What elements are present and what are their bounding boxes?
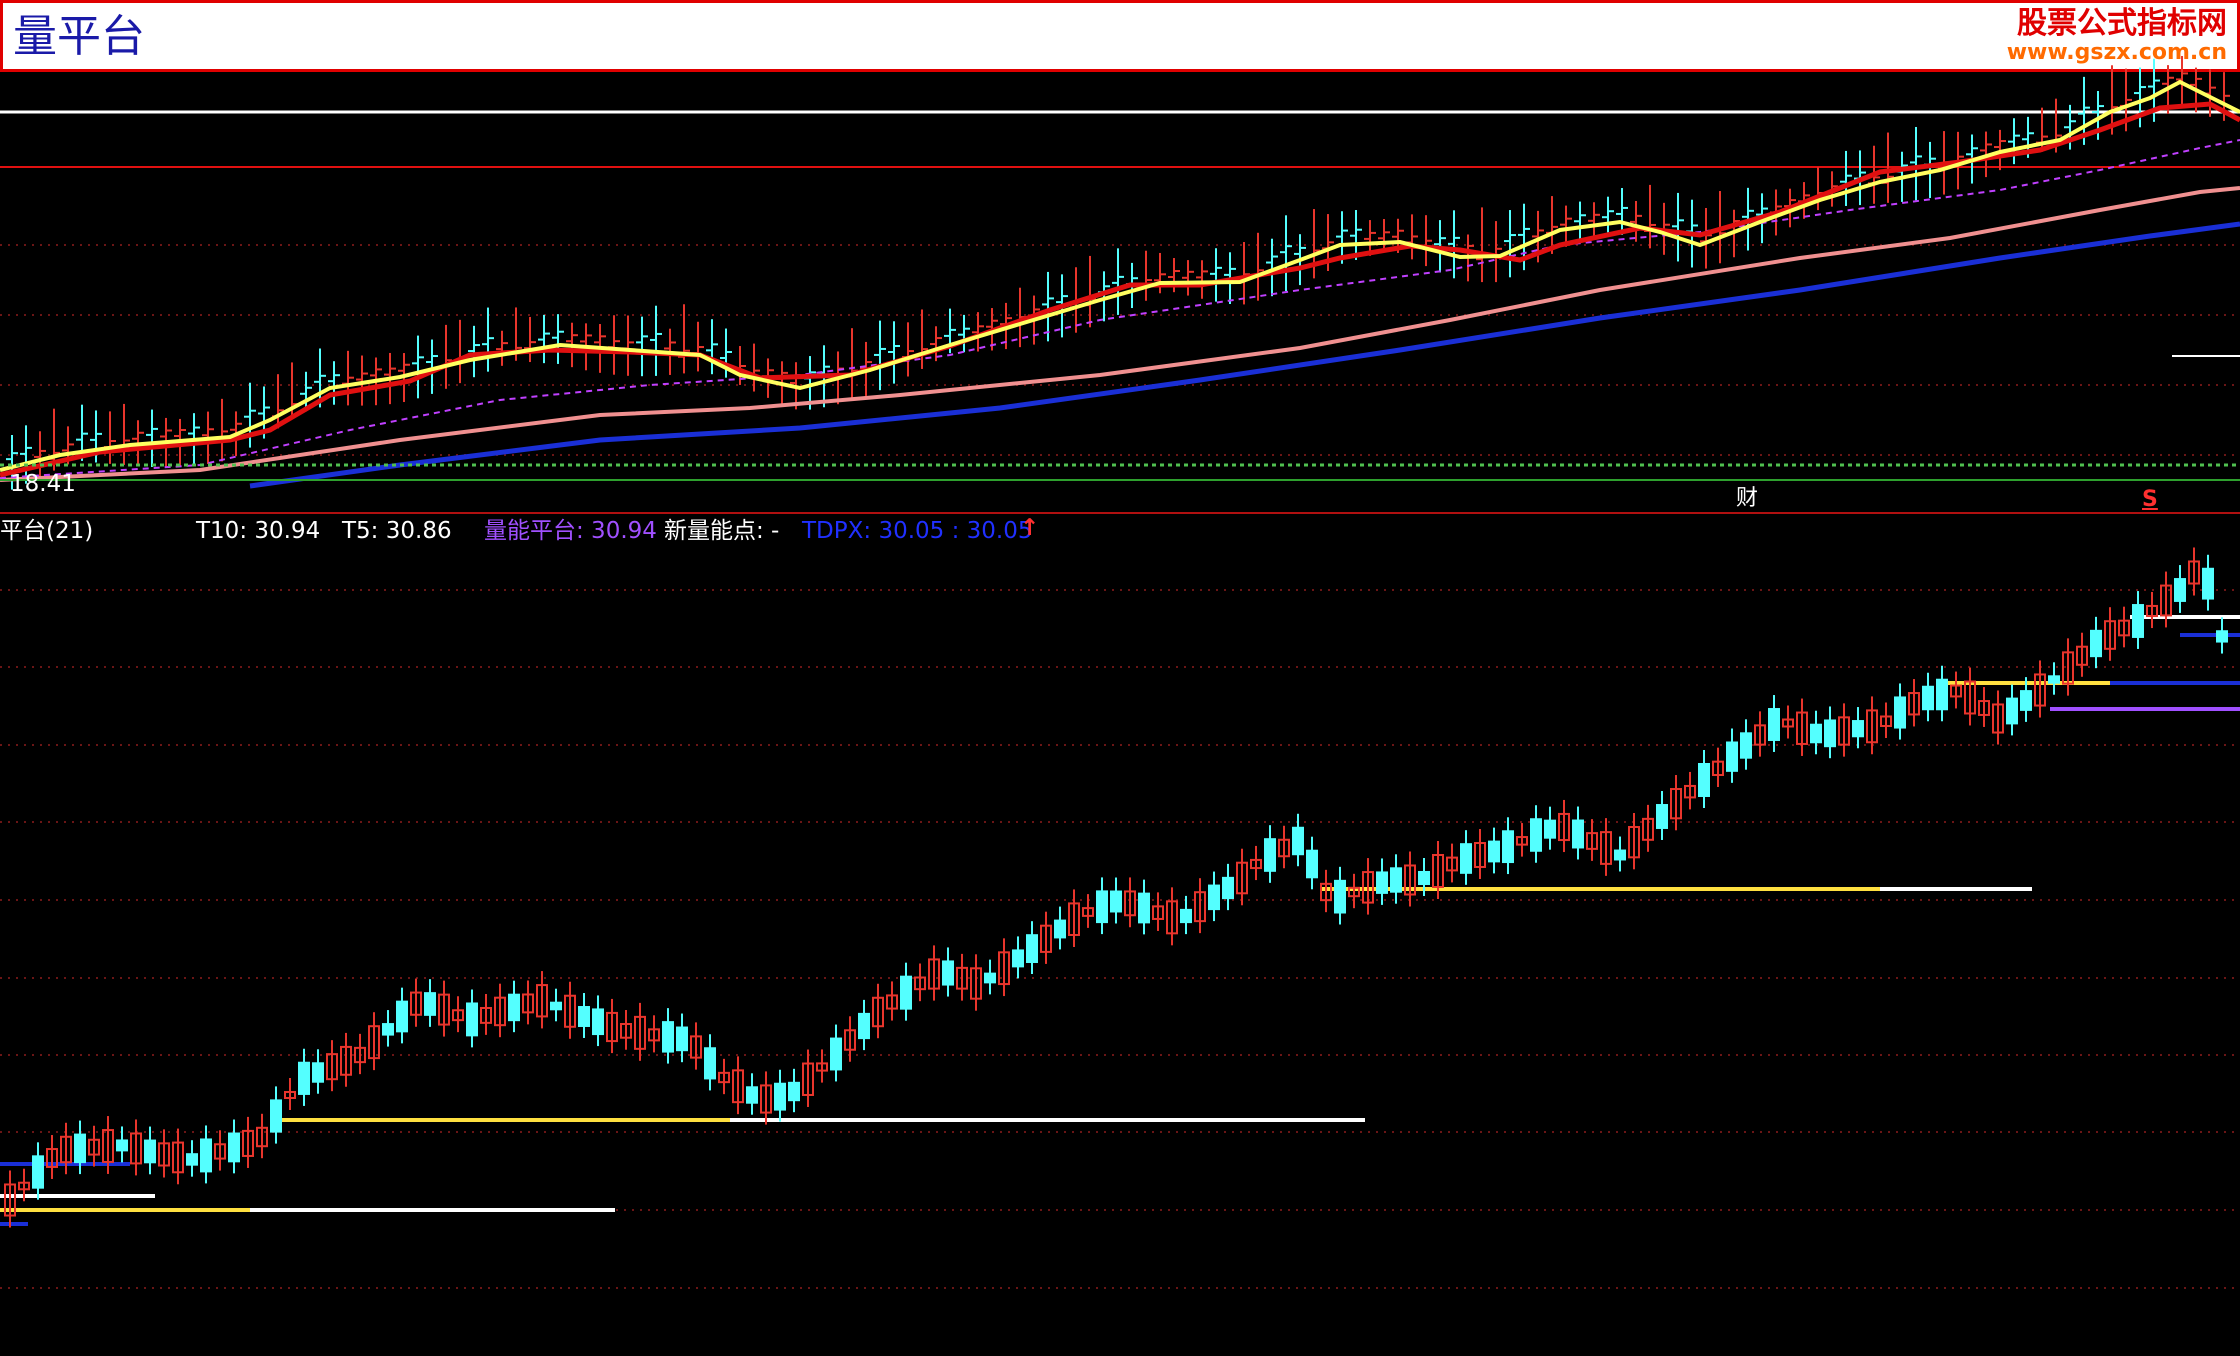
candle-body <box>186 1153 198 1166</box>
candle-body <box>1180 908 1192 924</box>
candle-body <box>858 1012 870 1040</box>
up-arrow-icon: ↑ <box>1020 515 1040 541</box>
ma-dashed-line <box>0 139 2240 479</box>
candle-body <box>1292 826 1304 856</box>
candle-body <box>2090 629 2102 658</box>
candle-body <box>1572 819 1584 849</box>
candle-body <box>788 1081 800 1102</box>
candle-body <box>704 1047 716 1080</box>
indicator-panel-gridlines <box>0 589 2240 1289</box>
candle-body <box>1222 876 1234 900</box>
signal-marker[interactable]: S <box>2142 486 2158 514</box>
candle-body <box>676 1026 688 1052</box>
candle-body <box>1110 890 1122 913</box>
new-volume-point-value: 新量能点: - <box>664 518 780 544</box>
candle-body <box>1810 723 1822 744</box>
candle-body <box>1390 867 1402 893</box>
candle-body <box>1012 949 1024 968</box>
candle-body <box>1054 919 1066 939</box>
chart-canvas[interactable] <box>0 0 2240 1356</box>
candle-body <box>900 975 912 1010</box>
volume-platform-value: 量能平台: 30.94 <box>484 518 657 544</box>
candle-body <box>1138 892 1150 924</box>
candle-body <box>592 1008 604 1036</box>
candle-body <box>1264 838 1276 872</box>
candle-body <box>466 1002 478 1037</box>
candle-body <box>2202 567 2214 600</box>
candle-body <box>1544 819 1556 839</box>
candle-body <box>1614 849 1626 861</box>
candle-body <box>1726 741 1738 772</box>
candle-body <box>200 1138 212 1173</box>
t5-value: T5: 30.86 <box>342 518 452 544</box>
candle-body <box>1502 830 1514 864</box>
candle-body <box>942 960 954 986</box>
candle-body <box>662 1021 674 1053</box>
candle-body <box>2174 578 2186 602</box>
candle-body <box>298 1061 310 1095</box>
candle-body <box>1922 685 1934 711</box>
candle-body <box>746 1086 758 1104</box>
candle-body <box>424 992 436 1016</box>
candle-body <box>396 1000 408 1033</box>
candle-body <box>144 1139 156 1164</box>
indicator-name: 平台(21) <box>0 518 94 544</box>
ma-mid-line <box>0 101 2240 478</box>
candle-body <box>774 1082 786 1111</box>
candle-body <box>2006 697 2018 725</box>
price-tag: 18.41 <box>10 471 76 497</box>
candle-body <box>1656 804 1668 829</box>
candle-body <box>1418 870 1430 886</box>
candle-body <box>2048 675 2060 684</box>
candle-body <box>32 1155 44 1189</box>
candle-body <box>1208 884 1220 911</box>
candle-body <box>1334 879 1346 914</box>
candle-body <box>1488 840 1500 863</box>
candle-body <box>1852 720 1864 738</box>
candle-body <box>1768 708 1780 741</box>
candle-body <box>1740 732 1752 759</box>
candle-body <box>382 1023 394 1036</box>
candle-body <box>578 1006 590 1027</box>
candle-body <box>2020 690 2032 711</box>
candle-body <box>1936 678 1948 711</box>
candle-body <box>2132 604 2144 638</box>
candle-body <box>74 1133 86 1164</box>
candle-body <box>270 1099 282 1133</box>
candle-body <box>830 1037 842 1071</box>
candle-body <box>984 972 996 984</box>
candle-body <box>2216 630 2228 643</box>
finance-marker[interactable]: 财 <box>1736 485 1758 513</box>
candle-body <box>508 993 520 1022</box>
candle-body <box>1530 818 1542 852</box>
t10-value: T10: 30.94 <box>196 518 321 544</box>
candle-body <box>1460 843 1472 874</box>
ma-long-line <box>0 186 2240 482</box>
candle-body <box>1376 871 1388 894</box>
candle-body <box>228 1132 240 1163</box>
candle-body <box>1894 696 1906 729</box>
candle-body <box>116 1139 128 1152</box>
candle-body <box>1698 763 1710 797</box>
candle-body <box>1824 719 1836 748</box>
candle-body <box>312 1062 324 1083</box>
candle-body <box>1096 890 1108 924</box>
tdpx-value: TDPX: 30.05 : 30.05 <box>802 518 1033 544</box>
candle-body <box>1026 934 1038 964</box>
candle-body <box>1306 849 1318 879</box>
candle-body <box>550 1001 562 1011</box>
